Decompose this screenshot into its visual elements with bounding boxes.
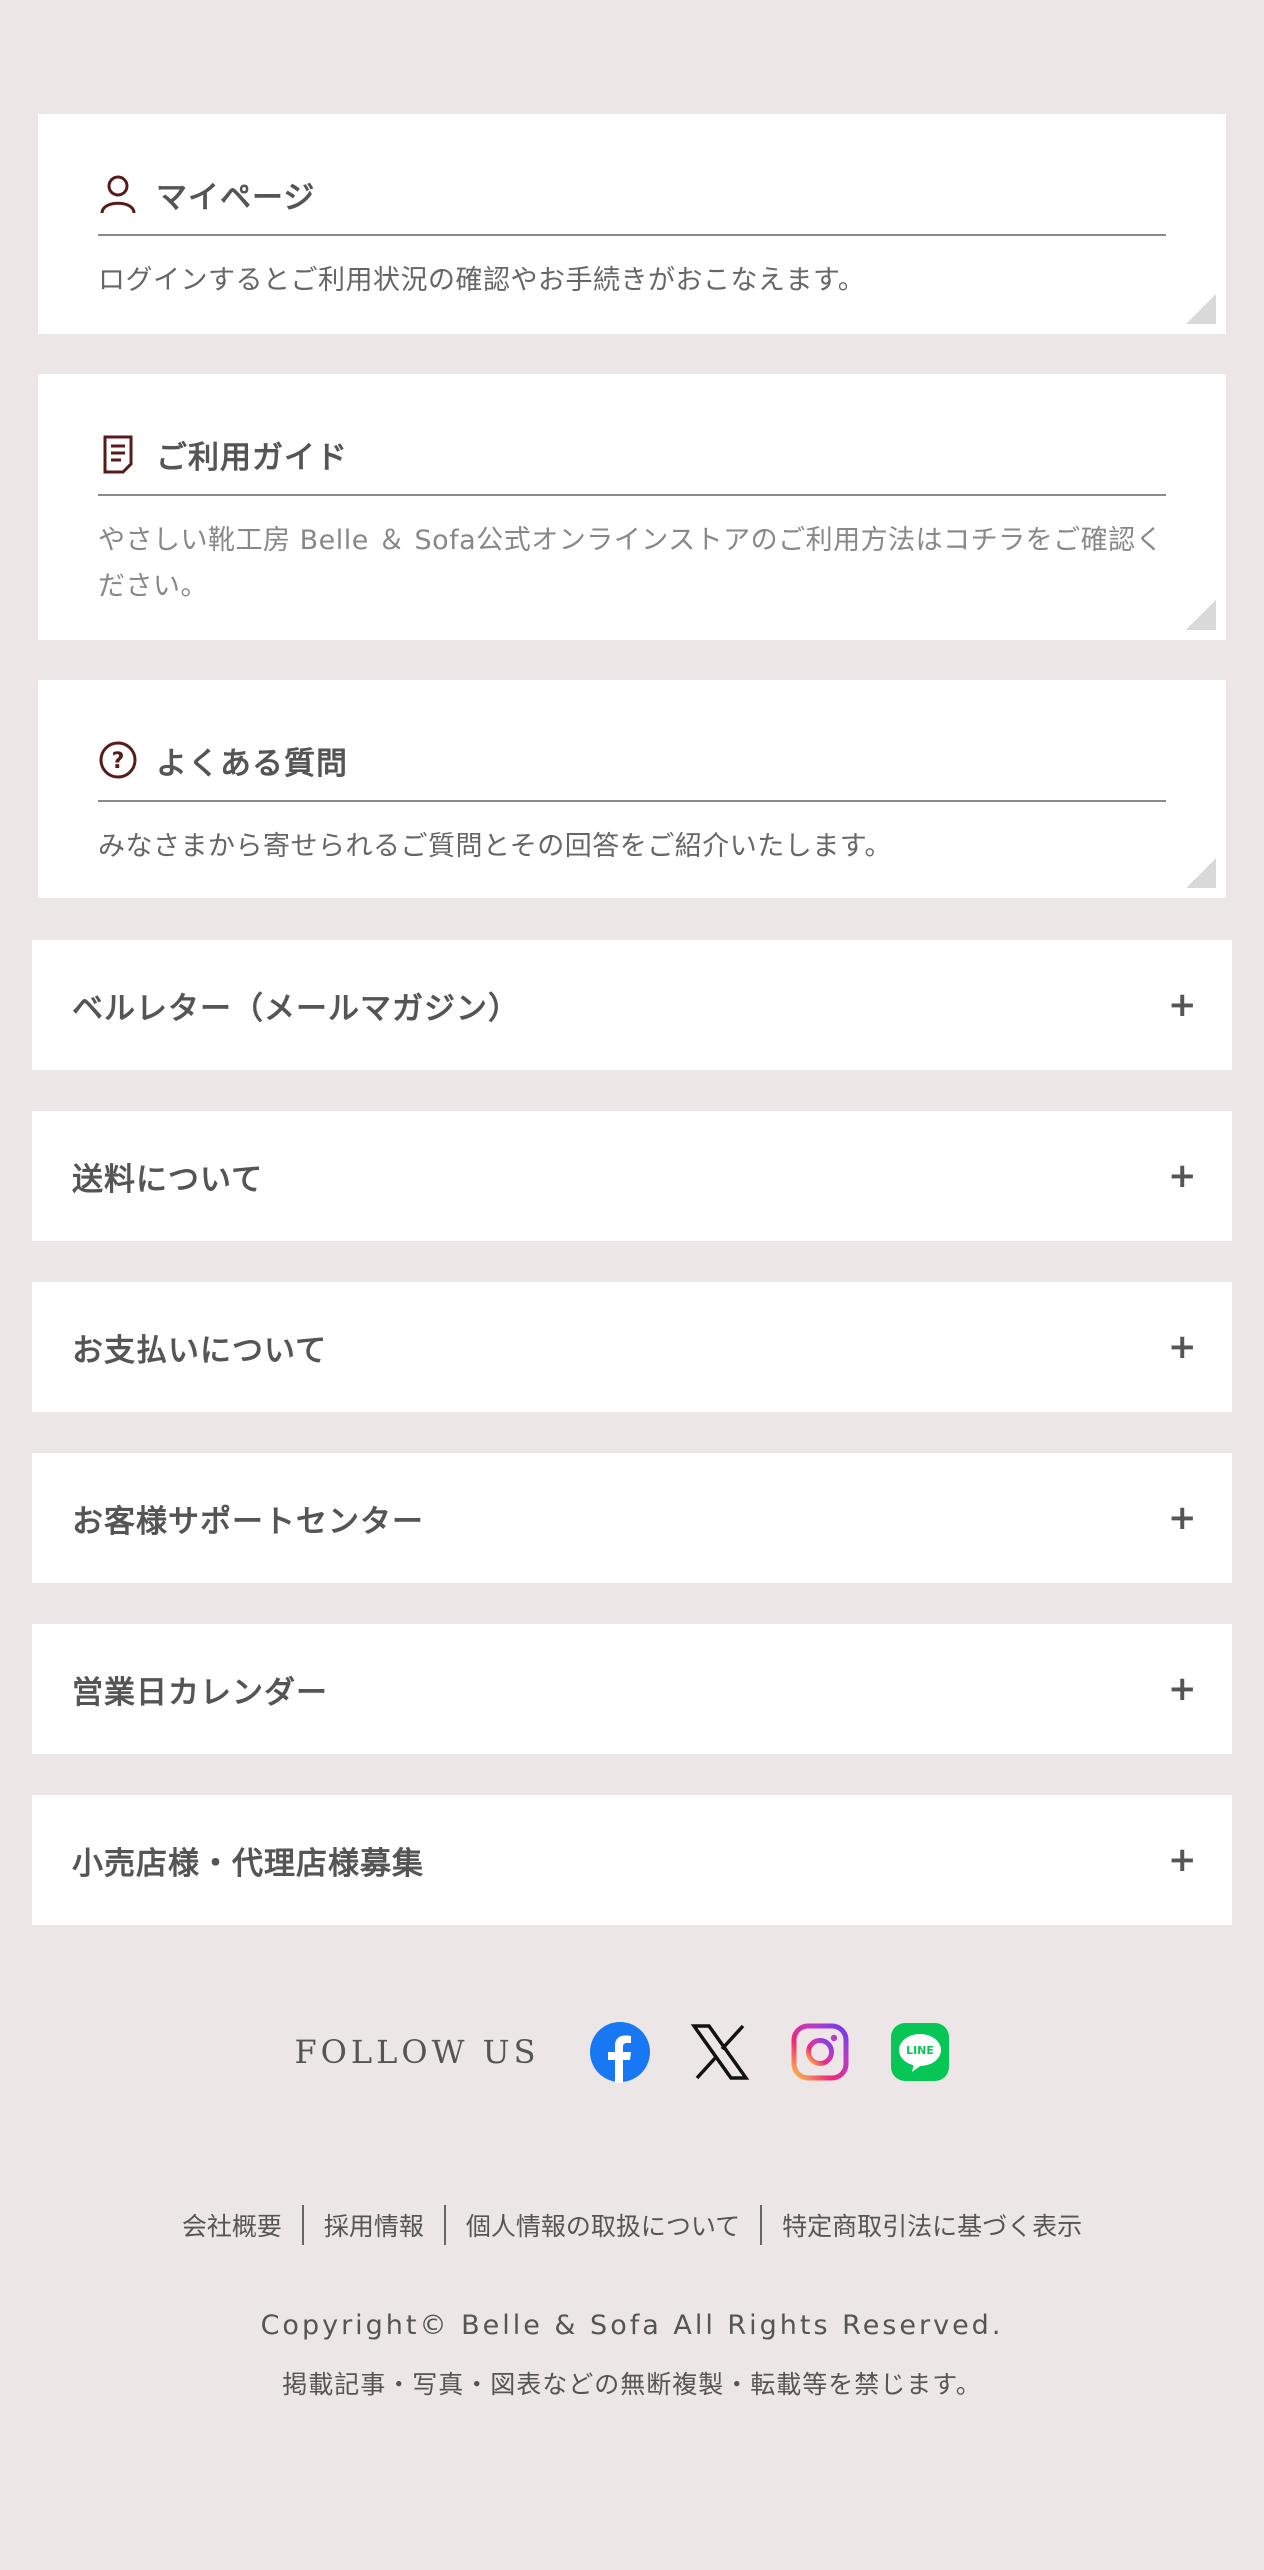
accordion-label: お客様サポートセンター — [72, 1503, 424, 1540]
instagram-icon[interactable] — [788, 2020, 852, 2084]
footer-link-tokushoho[interactable]: 特定商取引法に基づく表示 — [762, 2207, 1102, 2243]
accordion-label: お支払いについて — [72, 1332, 328, 1369]
plus-icon[interactable]: + — [1168, 1327, 1197, 1367]
plus-icon[interactable]: + — [1168, 1669, 1197, 1709]
plus-icon[interactable]: + — [1168, 1498, 1197, 1538]
follow-us-label: FOLLOW US — [294, 2033, 540, 2071]
card-header: ? よくある質問 — [98, 720, 1166, 802]
copyright: Copyright© Belle & Sofa All Rights Reser… — [260, 2310, 1004, 2341]
card-description: みなさまから寄せられるご質問とその回答をご紹介いたします。 — [98, 831, 892, 862]
svg-text:?: ? — [112, 749, 125, 774]
corner-triangle-icon — [1186, 600, 1216, 630]
accordion-support-center[interactable]: お客様サポートセンター + — [32, 1453, 1232, 1583]
card-title: ご利用ガイド — [156, 439, 348, 476]
facebook-icon[interactable] — [588, 2020, 652, 2084]
x-icon[interactable] — [688, 2020, 752, 2084]
accordion-label: ベルレター（メールマガジン） — [72, 990, 520, 1027]
footer-link-privacy[interactable]: 個人情報の取扱について — [446, 2207, 760, 2243]
faq-card[interactable]: ? よくある質問 みなさまから寄せられるご質問とその回答をご紹介いたします。 — [38, 680, 1226, 898]
card-title: マイページ — [156, 179, 316, 216]
card-header: マイページ — [98, 154, 1166, 236]
accordion-label: 送料について — [72, 1161, 264, 1198]
accordion-retailer-recruit[interactable]: 小売店様・代理店様募集 + — [32, 1795, 1232, 1925]
accordion-shipping[interactable]: 送料について + — [32, 1111, 1232, 1241]
line-logo-text: LINE — [906, 2044, 934, 2057]
footer-link-company[interactable]: 会社概要 — [162, 2207, 302, 2243]
corner-triangle-icon — [1186, 294, 1216, 324]
card-header: ご利用ガイド — [98, 414, 1166, 496]
question-icon: ? — [98, 740, 138, 780]
plus-icon[interactable]: + — [1168, 1840, 1197, 1880]
line-icon[interactable]: LINE — [888, 2020, 952, 2084]
follow-us-row: FOLLOW US LINE — [0, 2020, 1264, 2084]
accordion-newsletter[interactable]: ベルレター（メールマガジン） + — [32, 940, 1232, 1070]
accordion-label: 営業日カレンダー — [72, 1674, 328, 1711]
card-title: よくある質問 — [156, 745, 348, 782]
mypage-card[interactable]: マイページ ログインするとご利用状況の確認やお手続きがおこなえます。 — [38, 114, 1226, 334]
accordion-business-calendar[interactable]: 営業日カレンダー + — [32, 1624, 1232, 1754]
footer-link-recruit[interactable]: 採用情報 — [304, 2207, 444, 2243]
guide-card[interactable]: ご利用ガイド やさしい靴工房 Belle ＆ Sofa公式オンラインストアのご利… — [38, 374, 1226, 640]
footer-links: 会社概要 採用情報 個人情報の取扱について 特定商取引法に基づく表示 — [0, 2205, 1264, 2245]
plus-icon[interactable]: + — [1168, 985, 1197, 1025]
corner-triangle-icon — [1186, 858, 1216, 888]
document-icon — [98, 434, 138, 474]
user-icon — [98, 174, 138, 214]
accordion-label: 小売店様・代理店様募集 — [72, 1845, 424, 1882]
card-description: やさしい靴工房 Belle ＆ Sofa公式オンラインストアのご利用方法はコチラ… — [98, 525, 1164, 602]
card-description: ログインするとご利用状況の確認やお手続きがおこなえます。 — [98, 265, 866, 296]
accordion-payment[interactable]: お支払いについて + — [32, 1282, 1232, 1412]
reproduction-notice: 掲載記事・写真・図表などの無断複製・転載等を禁じます。 — [282, 2370, 982, 2399]
plus-icon[interactable]: + — [1168, 1156, 1197, 1196]
